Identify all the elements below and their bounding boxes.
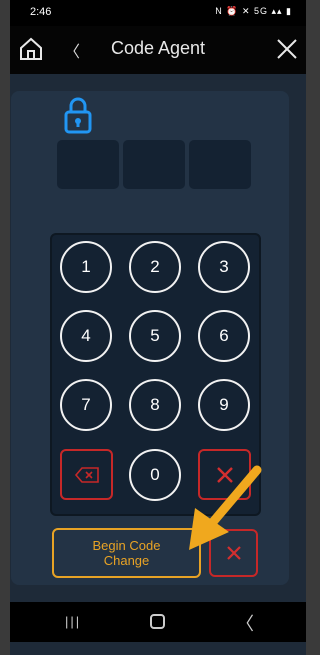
- close-icon[interactable]: [276, 38, 298, 60]
- back-nav-button[interactable]: 〈: [236, 610, 254, 636]
- code-digit-box-3: [189, 140, 251, 189]
- key-6[interactable]: 6: [198, 310, 250, 362]
- lock-icon: [64, 97, 92, 134]
- begin-code-change-label-line2: Change: [103, 553, 150, 568]
- key-0[interactable]: 0: [129, 449, 181, 501]
- system-nav-bar: ||| 〈: [10, 602, 306, 642]
- app-header: 〈 Code Agent: [10, 26, 306, 74]
- key-4[interactable]: 4: [60, 310, 112, 362]
- code-digit-box-1: [57, 140, 119, 189]
- page-title: Code Agent: [110, 38, 206, 58]
- key-8[interactable]: 8: [129, 379, 181, 431]
- recents-button[interactable]: |||: [65, 614, 81, 629]
- key-7[interactable]: 7: [60, 379, 112, 431]
- key-9[interactable]: 9: [198, 379, 250, 431]
- code-digit-box-2: [123, 140, 185, 189]
- key-2[interactable]: 2: [129, 241, 181, 293]
- key-3[interactable]: 3: [198, 241, 250, 293]
- begin-code-change-label-line1: Begin Code: [92, 538, 161, 553]
- backspace-button[interactable]: [60, 449, 113, 500]
- status-time: 2:46: [30, 6, 52, 18]
- key-5[interactable]: 5: [129, 310, 181, 362]
- status-bar: 2:46 N ⏰ ✕ 5G ▴▴ ▮: [10, 0, 306, 26]
- status-icons: N ⏰ ✕ 5G ▴▴ ▮: [215, 6, 292, 16]
- key-1[interactable]: 1: [60, 241, 112, 293]
- home-nav-button[interactable]: [150, 614, 165, 629]
- backspace-icon: [74, 466, 99, 483]
- pointer-arrow-icon: [189, 465, 262, 550]
